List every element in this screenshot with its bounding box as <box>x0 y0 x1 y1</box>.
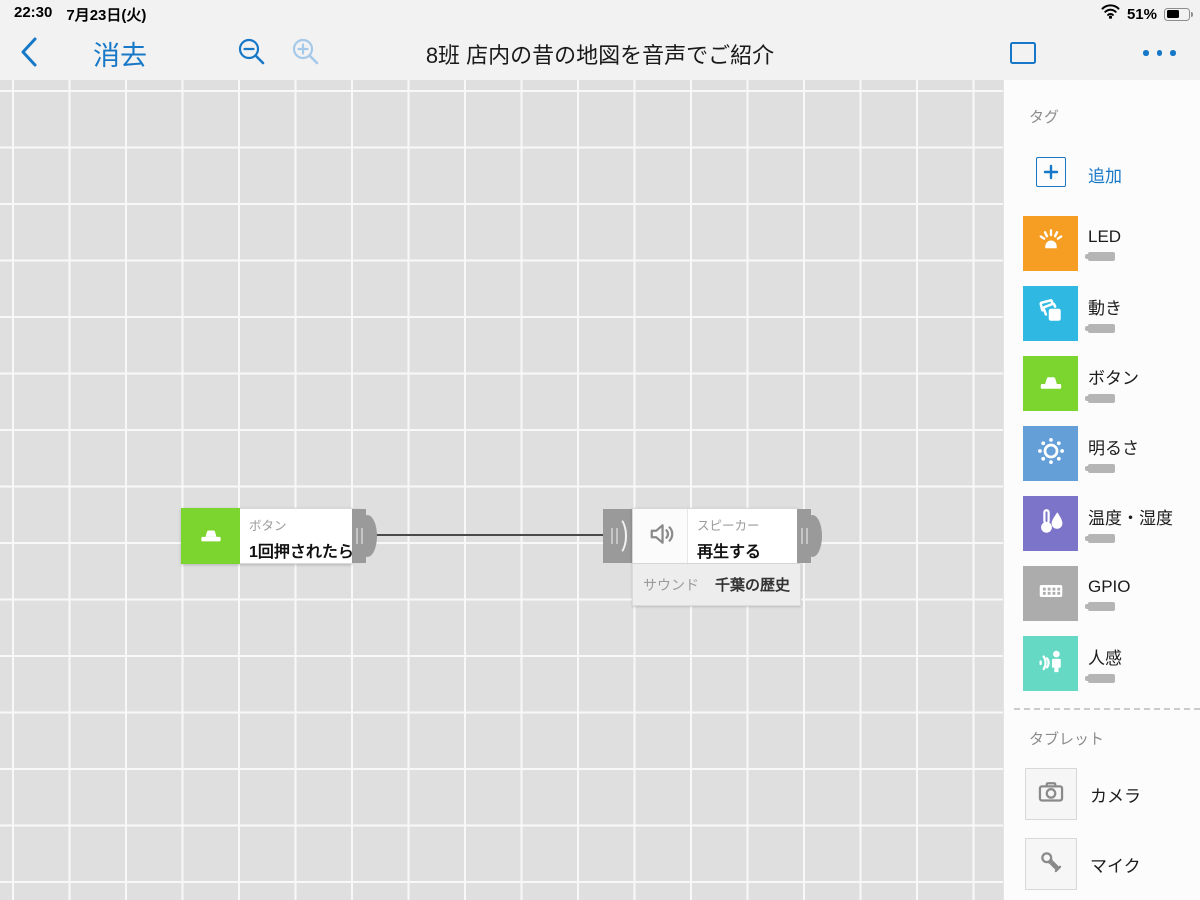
back-button[interactable] <box>18 36 40 68</box>
status-time: 22:30 <box>14 4 53 21</box>
recipe-canvas[interactable]: ボタン 1回押されたら スピーカー 再生する サウンド 千葉の歴史 <box>0 80 1003 900</box>
battery-level-icon <box>1085 534 1115 543</box>
block-action: 再生する <box>697 544 762 561</box>
button-block-body: ボタン 1回押されたら <box>240 508 361 564</box>
button-icon <box>1033 363 1069 404</box>
speaker-sound-property[interactable]: サウンド 千葉の歴史 <box>632 564 801 606</box>
move-icon <box>1033 293 1069 334</box>
battery-level-icon <box>1085 251 1115 261</box>
speaker-block-body: スピーカー 再生する <box>688 509 797 563</box>
motion-sensor-tile <box>1023 636 1078 691</box>
camera-icon <box>1034 775 1068 814</box>
gpio-pins-icon <box>1033 573 1069 614</box>
temp-humidity-tile <box>1023 496 1078 551</box>
tag-item-temp-humidity[interactable]: 温度・湿度 <box>1023 496 1173 551</box>
led-icon <box>1033 223 1069 264</box>
magnifier-minus-icon <box>236 38 268 72</box>
camera-tile <box>1025 768 1077 820</box>
button-block-tile <box>181 508 240 564</box>
chevron-left-icon <box>18 37 40 72</box>
button-block[interactable]: ボタン 1回押されたら <box>181 508 377 564</box>
person-waves-icon <box>1033 643 1069 684</box>
nav-bar: 消去 8班 店内の昔の地図を音声でご紹介 <box>0 26 1200 80</box>
gpio-tile <box>1023 566 1078 621</box>
block-tag-name: スピーカー <box>697 519 760 533</box>
tag-item-motion-sensor[interactable]: 人感 <box>1023 636 1122 691</box>
battery-level-icon <box>1085 324 1115 333</box>
button-tile <box>1023 356 1078 411</box>
sun-icon <box>1033 433 1069 474</box>
battery-percent: 51% <box>1126 5 1157 23</box>
speaker-block[interactable]: スピーカー 再生する サウンド 千葉の歴史 <box>603 508 822 608</box>
zoom-in-button[interactable] <box>290 36 322 68</box>
speaker-block-tile <box>633 509 688 563</box>
speaker-output-connector[interactable] <box>797 509 822 563</box>
button-icon <box>194 517 228 556</box>
tags-section-header: タグ <box>1029 109 1060 126</box>
page-title: 8班 店内の昔の地図を音声でご紹介 <box>425 43 775 68</box>
microphone-icon-tile <box>1025 838 1077 890</box>
more-menu-button[interactable] <box>1143 50 1176 56</box>
tablet-section-header: タブレット <box>1029 731 1105 748</box>
brightness-tile <box>1023 426 1078 481</box>
add-tag-button[interactable]: 追加 <box>1036 157 1186 187</box>
erase-button[interactable]: 消去 <box>93 34 147 73</box>
led-tile <box>1023 216 1078 271</box>
wifi-icon <box>1101 4 1120 24</box>
app-screen: 22:30 7月23日(火) 51% 消去 8班 店内の昔の地図を音声でご紹介 … <box>0 0 1200 900</box>
block-tag-name: ボタン <box>249 519 287 533</box>
move-tile <box>1023 286 1078 341</box>
status-date: 7月23日(火) <box>66 7 147 24</box>
battery-level-icon <box>1085 601 1115 611</box>
add-tag-label: 追加 <box>1088 167 1122 186</box>
block-palette-sidebar: タグ 追加 LED 動き ボタン 明るさ 温度・湿度 GPIO 人感 タブレット… <box>1003 80 1200 900</box>
tag-item-button[interactable]: ボタン <box>1023 356 1139 411</box>
status-bar: 22:30 7月23日(火) 51% <box>0 0 1200 26</box>
battery-level-icon <box>1085 464 1115 473</box>
section-divider <box>1014 708 1200 710</box>
ellipsis-icon <box>1143 50 1149 56</box>
battery-icon <box>1164 7 1193 21</box>
tag-item-gpio[interactable]: GPIO <box>1023 566 1131 621</box>
canvas-mode-button[interactable] <box>1010 42 1036 64</box>
zoom-out-button[interactable] <box>236 36 268 68</box>
top-header: 22:30 7月23日(火) 51% 消去 8班 店内の昔の地図を音声でご紹介 <box>0 0 1200 80</box>
connection-wire[interactable] <box>368 534 611 536</box>
speaker-input-connector[interactable] <box>603 509 632 563</box>
battery-level-icon <box>1085 674 1115 683</box>
tag-item-brightness[interactable]: 明るさ <box>1023 426 1139 481</box>
property-label: サウンド <box>643 576 699 593</box>
battery-level-icon <box>1085 394 1115 403</box>
microphone-icon <box>1034 845 1068 884</box>
tablet-item-camera[interactable]: カメラ <box>1025 768 1141 820</box>
tag-item-move[interactable]: 動き <box>1023 286 1122 341</box>
magnifier-plus-icon <box>290 38 322 72</box>
tablet-item-mic[interactable]: マイク <box>1025 838 1141 890</box>
tag-item-led[interactable]: LED <box>1023 216 1121 271</box>
speaker-icon <box>642 516 678 557</box>
button-output-connector[interactable] <box>352 509 377 563</box>
property-value: 千葉の歴史 <box>714 577 790 594</box>
plus-icon <box>1036 157 1066 187</box>
block-action: 1回押されたら <box>249 544 354 561</box>
thermometer-drop-icon <box>1033 503 1069 544</box>
